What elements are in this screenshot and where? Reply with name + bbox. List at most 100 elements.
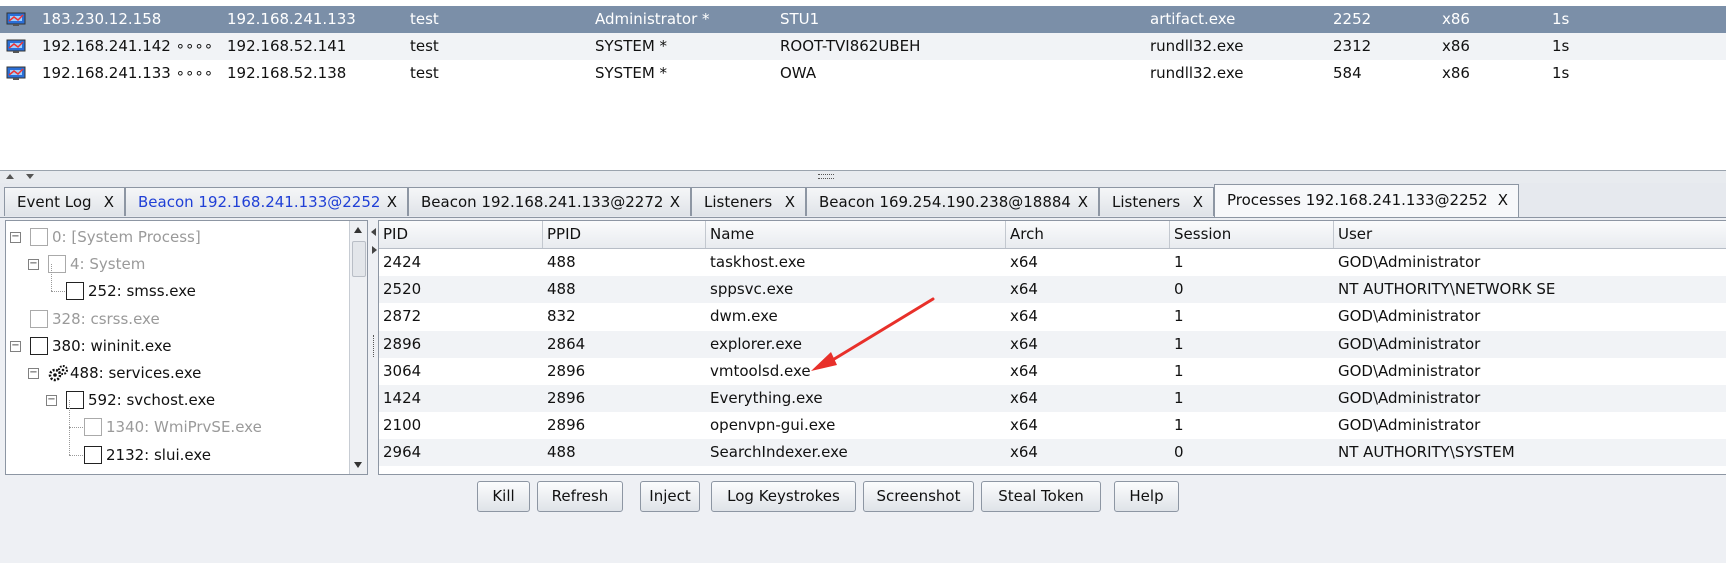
- process-checkbox[interactable]: [30, 309, 48, 328]
- process-checkbox[interactable]: [30, 228, 48, 246]
- inject-button[interactable]: Inject: [640, 481, 700, 512]
- cell-session: 0: [1174, 443, 1184, 462]
- splitter-down-icon[interactable]: [26, 174, 34, 179]
- process-checkbox[interactable]: [84, 445, 102, 464]
- cell-pid: 2872: [383, 307, 422, 326]
- panel-splitter[interactable]: [0, 171, 1726, 183]
- split-divider[interactable]: [371, 220, 377, 473]
- beacon-arch: x86: [1442, 64, 1470, 82]
- beacon-row[interactable]: 192.168.241.142 ∘∘∘∘ 192.168.52.141 test SY…: [0, 33, 1726, 60]
- table-row[interactable]: 2520 488 sppsvc.exe x64 0 NT AUTHORITY\NETWOR…: [379, 276, 1726, 304]
- tab-close-button[interactable]: X: [104, 188, 114, 217]
- cell-user: GOD\Administrator: [1338, 253, 1481, 271]
- beacon-user: SYSTEM *: [595, 37, 668, 55]
- tree-node[interactable]: 2132: slui.exe: [6, 427, 346, 468]
- tab-label: Beacon 169.254.190.238@18884: [819, 193, 1071, 211]
- table-row[interactable]: 3064 2896 vmtoolsd.exe x64 1 GOD\Administrato…: [379, 358, 1726, 385]
- cell-ppid: 488: [547, 443, 576, 462]
- tab-label: Listeners: [1112, 193, 1181, 211]
- collapse-icon[interactable]: −: [10, 340, 21, 352]
- gears-icon: [48, 364, 68, 390]
- column-header-session[interactable]: Session: [1170, 221, 1334, 248]
- tree-node-label: 488: services.exe: [70, 364, 202, 382]
- collapse-icon[interactable]: −: [46, 395, 57, 407]
- beacon-pid: 2252: [1333, 10, 1372, 28]
- cell-user: GOD\Administrator: [1338, 416, 1481, 435]
- tab-processes-192-168-241-133-2252[interactable]: Processes 192.168.241.133@2252 X: [1214, 184, 1519, 217]
- tab-close-button[interactable]: X: [785, 188, 795, 217]
- tab-beacon-169-254-190-238-18884[interactable]: Beacon 169.254.190.238@18884 X: [806, 187, 1099, 216]
- cell-ppid: 832: [547, 307, 576, 326]
- tab-close-button[interactable]: X: [1078, 188, 1088, 217]
- process-checkbox[interactable]: [30, 336, 48, 355]
- divider-grip-icon[interactable]: [373, 335, 376, 357]
- beacon-user: Administrator *: [595, 10, 710, 28]
- splitter-up-icon[interactable]: [6, 174, 14, 179]
- beacon-row[interactable]: 183.230.12.158 192.168.241.133 test Adminis…: [0, 6, 1726, 33]
- column-header-ppid[interactable]: PPID: [543, 221, 706, 248]
- collapse-icon[interactable]: −: [10, 232, 21, 243]
- scroll-up-icon[interactable]: [354, 227, 362, 233]
- cell-name: sppsvc.exe: [710, 280, 794, 299]
- beacon-arch: x86: [1442, 10, 1470, 28]
- beacon-row[interactable]: 192.168.241.133 ∘∘∘∘ 192.168.52.138 test SY…: [0, 60, 1726, 87]
- tree-connector: [69, 400, 70, 428]
- tab-close-button[interactable]: X: [387, 188, 397, 217]
- refresh-button[interactable]: Refresh: [537, 481, 623, 512]
- collapse-icon[interactable]: −: [28, 368, 39, 379]
- kill-button[interactable]: Kill: [477, 481, 530, 512]
- divider-right-arrow-icon[interactable]: [372, 246, 377, 254]
- collapse-icon[interactable]: −: [28, 259, 39, 271]
- cell-pid: 2896: [383, 334, 422, 353]
- screenshot-button[interactable]: Screenshot: [863, 481, 974, 512]
- tab-beacon-192-168-241-133-2272[interactable]: Beacon 192.168.241.133@2272 X: [408, 187, 691, 216]
- tab-close-button[interactable]: X: [1498, 185, 1508, 216]
- process-checkbox[interactable]: [84, 418, 102, 437]
- tree-node[interactable]: − 380: wininit.exe: [6, 333, 346, 359]
- tab-beacon-192-168-241-133-2252[interactable]: Beacon 192.168.241.133@2252 X: [125, 187, 408, 216]
- process-table[interactable]: PID PPID Name Arch Session User 2424 488 taskho…: [378, 220, 1726, 475]
- tab-close-button[interactable]: X: [1193, 188, 1203, 217]
- column-header-arch[interactable]: Arch: [1006, 221, 1170, 248]
- tree-node[interactable]: − 488: services.exe: [6, 360, 346, 386]
- cell-session: 1: [1174, 416, 1184, 435]
- cell-ppid: 2896: [547, 416, 586, 435]
- tab-event-log[interactable]: Event Log X: [4, 187, 125, 216]
- tab-close-button[interactable]: X: [670, 188, 680, 217]
- process-tree[interactable]: − 0: [System Process] − 4: System 252: smss.…: [5, 220, 368, 475]
- table-row[interactable]: 2964 488 SearchIndexer.exe x64 0 NT AUTHORITY…: [379, 439, 1726, 467]
- help-button[interactable]: Help: [1114, 481, 1179, 512]
- table-row[interactable]: 2100 2896 openvpn-gui.exe x64 1 GOD\Administr…: [379, 412, 1726, 439]
- cell-arch: x64: [1010, 416, 1038, 435]
- column-header-name[interactable]: Name: [706, 221, 1006, 248]
- tree-node-label: 0: [System Process]: [52, 228, 201, 246]
- splitter-grip-icon[interactable]: [818, 174, 834, 179]
- tree-node[interactable]: 1340: WmiPrvSE.exe: [6, 400, 346, 440]
- table-row[interactable]: 2872 832 dwm.exe x64 1 GOD\Administrator: [379, 303, 1726, 330]
- steal-token-button[interactable]: Steal Token: [981, 481, 1101, 512]
- tree-node[interactable]: − 592: svchost.exe: [6, 387, 346, 413]
- process-table-header: PID PPID Name Arch Session User: [379, 221, 1726, 249]
- tab-listeners[interactable]: Listeners X: [691, 187, 806, 216]
- log-keystrokes-button[interactable]: Log Keystrokes: [711, 481, 856, 512]
- table-row[interactable]: 2896 2864 explorer.exe x64 1 GOD\Administrato…: [379, 330, 1726, 358]
- scroll-thumb[interactable]: [352, 241, 366, 277]
- cell-session: 1: [1174, 253, 1184, 271]
- scroll-down-icon[interactable]: [354, 462, 362, 468]
- tree-node[interactable]: 328: csrss.exe: [6, 306, 346, 332]
- monitor-icon: [6, 66, 26, 81]
- column-header-user[interactable]: User: [1334, 221, 1726, 248]
- cell-arch: x64: [1010, 253, 1038, 271]
- tree-node[interactable]: 252: smss.exe: [6, 264, 346, 304]
- tab-listeners[interactable]: Listeners X: [1099, 187, 1214, 216]
- table-row[interactable]: 1424 2896 Everything.exe x64 1 GOD\Administra…: [379, 385, 1726, 412]
- tree-node[interactable]: − 4: System: [6, 251, 346, 277]
- cell-user: NT AUTHORITY\SYSTEM: [1338, 443, 1515, 462]
- table-row[interactable]: 2424 488 taskhost.exe x64 1 GOD\Administrator: [379, 249, 1726, 276]
- process-checkbox[interactable]: [66, 282, 84, 301]
- divider-left-arrow-icon[interactable]: [371, 228, 376, 236]
- beacon-internal: 192.168.52.141: [227, 37, 347, 55]
- tree-node[interactable]: − 0: [System Process]: [6, 224, 346, 250]
- tree-scrollbar[interactable]: [349, 221, 367, 474]
- column-header-pid[interactable]: PID: [379, 221, 543, 248]
